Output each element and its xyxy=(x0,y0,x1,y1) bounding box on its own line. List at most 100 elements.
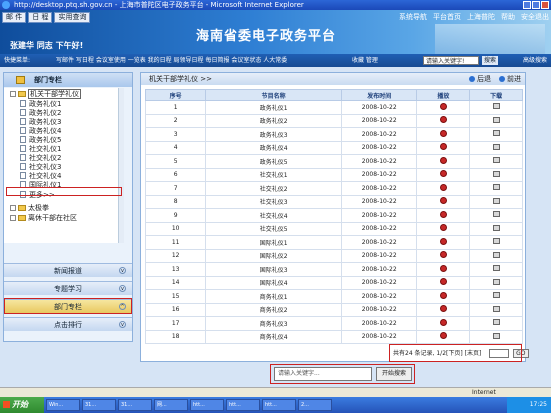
maximize-button[interactable] xyxy=(532,1,540,9)
sidebar-topics-button[interactable]: 专题学习 v xyxy=(4,281,132,295)
play-icon[interactable] xyxy=(439,210,447,218)
program-name-link[interactable]: 政务礼仪3 xyxy=(205,127,343,142)
download-icon[interactable] xyxy=(492,305,500,312)
tree-leaf[interactable]: 政务礼仪4 xyxy=(20,127,61,136)
play-icon[interactable] xyxy=(439,156,447,164)
taskbar-item[interactable]: 31... xyxy=(118,399,152,411)
mail-button[interactable]: 邮 件 xyxy=(2,12,27,23)
play-icon[interactable] xyxy=(439,129,447,137)
play-icon[interactable] xyxy=(439,224,447,232)
query-button[interactable]: 实用查询 xyxy=(54,12,91,23)
program-name-link[interactable]: 商务礼仪1 xyxy=(205,289,343,304)
putuo-link[interactable]: 上海普陀 xyxy=(467,12,495,22)
download-icon[interactable] xyxy=(492,251,500,258)
taskbar-item[interactable]: Win... xyxy=(46,399,80,411)
download-icon[interactable] xyxy=(492,211,500,218)
close-button[interactable] xyxy=(541,1,549,9)
play-icon[interactable] xyxy=(439,237,447,245)
download-icon[interactable] xyxy=(492,238,500,245)
program-name-link[interactable]: 政务礼仪5 xyxy=(205,154,343,169)
tree-leaf[interactable]: 政务礼仪1 xyxy=(20,100,61,109)
download-icon[interactable] xyxy=(492,103,500,110)
download-icon[interactable] xyxy=(492,143,500,150)
calendar-button[interactable]: 日 程 xyxy=(28,12,53,23)
sidebar-news-button[interactable]: 新闻报道 v xyxy=(4,263,132,277)
search-button[interactable]: 搜索 xyxy=(482,56,499,65)
program-name-link[interactable]: 商务礼仪3 xyxy=(205,316,343,331)
play-icon[interactable] xyxy=(439,318,447,326)
download-icon[interactable] xyxy=(492,265,500,272)
home-link[interactable]: 平台首页 xyxy=(433,12,461,22)
quick-menu-items[interactable]: 写邮件 写日程 会议室使用 一览表 我的日程 局领导日程 每日简报 会议室状态 … xyxy=(56,54,287,67)
play-icon[interactable] xyxy=(439,291,447,299)
download-icon[interactable] xyxy=(492,130,500,137)
download-icon[interactable] xyxy=(492,170,500,177)
expand-icon[interactable] xyxy=(10,215,16,221)
tree-leaf[interactable]: 社交礼仪4 xyxy=(20,172,61,181)
expand-icon[interactable] xyxy=(10,205,16,211)
program-name-link[interactable]: 社交礼仪5 xyxy=(205,221,343,236)
program-name-link[interactable]: 社交礼仪3 xyxy=(205,194,343,209)
download-icon[interactable] xyxy=(492,319,500,326)
program-name-link[interactable]: 政务礼仪1 xyxy=(205,100,343,115)
sidebar-ranking-button[interactable]: 点击排行 v xyxy=(4,317,132,331)
download-icon[interactable] xyxy=(492,184,500,191)
program-name-link[interactable]: 商务礼仪4 xyxy=(205,329,343,344)
download-icon[interactable] xyxy=(492,332,500,339)
tree-node[interactable]: 太极拳 xyxy=(10,204,49,213)
download-icon[interactable] xyxy=(492,197,500,204)
help-link[interactable]: 帮助 xyxy=(501,12,515,22)
logout-link[interactable]: 安全退出 xyxy=(521,12,549,22)
download-icon[interactable] xyxy=(492,157,500,164)
program-name-link[interactable]: 政务礼仪2 xyxy=(205,113,343,128)
play-icon[interactable] xyxy=(439,264,447,272)
collapse-icon[interactable] xyxy=(10,91,16,97)
tree-node[interactable]: 离休干部在社区 xyxy=(10,214,77,223)
play-icon[interactable] xyxy=(439,102,447,110)
play-icon[interactable] xyxy=(439,332,447,340)
tree-leaf[interactable]: 社交礼仪1 xyxy=(20,145,61,154)
program-name-link[interactable]: 国际礼仪3 xyxy=(205,262,343,277)
program-name-link[interactable]: 社交礼仪2 xyxy=(205,181,343,196)
start-button[interactable]: 开始 xyxy=(0,397,44,413)
play-icon[interactable] xyxy=(439,305,447,313)
program-name-link[interactable]: 国际礼仪4 xyxy=(205,275,343,290)
play-icon[interactable] xyxy=(439,143,447,151)
play-icon[interactable] xyxy=(439,116,447,124)
play-icon[interactable] xyxy=(439,251,447,259)
advanced-search-link[interactable]: 高级搜索 xyxy=(523,54,547,67)
system-nav-link[interactable]: 系统导航 xyxy=(399,12,427,22)
tree-root[interactable]: 机关干部学礼仪 xyxy=(10,89,81,99)
forward-button[interactable]: 前进 xyxy=(499,73,521,85)
play-icon[interactable] xyxy=(439,197,447,205)
tree-scrollbar[interactable] xyxy=(118,88,124,243)
tree-leaf[interactable]: 社交礼仪2 xyxy=(20,154,61,163)
taskbar-item[interactable]: htt... xyxy=(226,399,260,411)
program-name-link[interactable]: 政务礼仪4 xyxy=(205,140,343,155)
program-name-link[interactable]: 国际礼仪1 xyxy=(205,235,343,250)
taskbar-item[interactable]: 网... xyxy=(154,399,188,411)
download-icon[interactable] xyxy=(492,292,500,299)
play-icon[interactable] xyxy=(439,183,447,191)
download-icon[interactable] xyxy=(492,116,500,123)
taskbar-item[interactable]: htt... xyxy=(262,399,296,411)
download-icon[interactable] xyxy=(492,224,500,231)
tree-leaf[interactable]: 政务礼仪2 xyxy=(20,109,61,118)
program-name-link[interactable]: 社交礼仪4 xyxy=(205,208,343,223)
taskbar-item[interactable]: 2... xyxy=(298,399,332,411)
back-button[interactable]: 后退 xyxy=(469,73,491,85)
taskbar-item[interactable]: 31... xyxy=(82,399,116,411)
program-name-link[interactable]: 社交礼仪1 xyxy=(205,167,343,182)
play-icon[interactable] xyxy=(439,170,447,178)
search-input[interactable]: 请输入关键字! xyxy=(423,56,479,65)
download-icon[interactable] xyxy=(492,278,500,285)
favorites-links[interactable]: 收藏 管理 xyxy=(352,54,378,67)
tree-leaf[interactable]: 社交礼仪3 xyxy=(20,163,61,172)
tree-leaf[interactable]: 政务礼仪5 xyxy=(20,136,61,145)
minimize-button[interactable] xyxy=(523,1,531,9)
taskbar-item[interactable]: htt... xyxy=(190,399,224,411)
program-name-link[interactable]: 国际礼仪2 xyxy=(205,248,343,263)
tree-leaf[interactable]: 政务礼仪3 xyxy=(20,118,61,127)
play-icon[interactable] xyxy=(439,278,447,286)
program-name-link[interactable]: 商务礼仪2 xyxy=(205,302,343,317)
